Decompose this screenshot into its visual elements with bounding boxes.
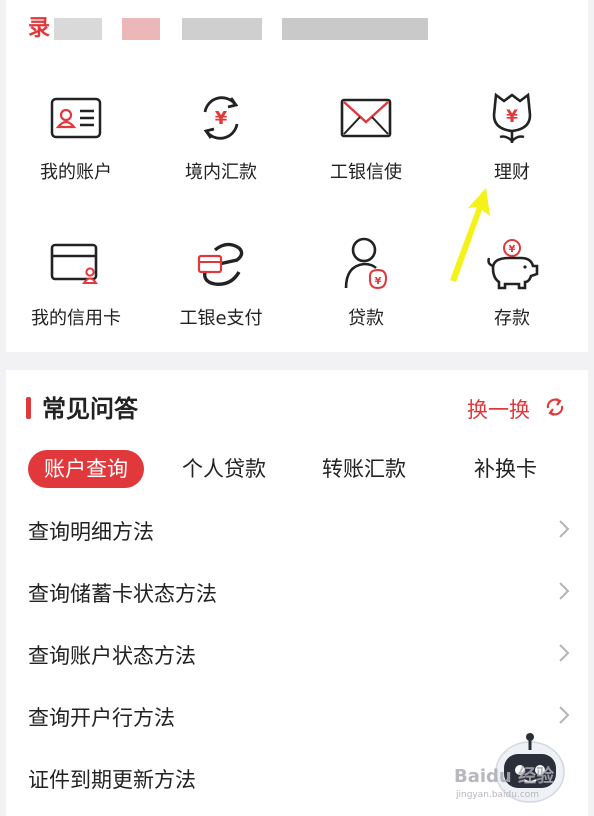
faq-item-text: 查询开户行方法 xyxy=(28,706,175,730)
tab-account-query[interactable]: 账户查询 xyxy=(28,450,144,488)
blur-block xyxy=(282,18,429,40)
service-my-credit-card[interactable]: 我的信用卡 xyxy=(6,236,146,330)
envelope-icon xyxy=(338,90,394,146)
service-label: 工银信使 xyxy=(330,162,402,183)
service-label: 存款 xyxy=(494,308,530,329)
header-prefix: 录 xyxy=(28,16,51,41)
faq-header: 常见问答 换一换 xyxy=(6,392,588,426)
tab-transfer-remit[interactable]: 转账汇款 xyxy=(322,450,406,488)
tab-card-replace[interactable]: 补换卡 xyxy=(474,450,537,488)
faq-item-text: 证件到期更新方法 xyxy=(28,768,196,792)
svg-text:¥: ¥ xyxy=(215,108,228,129)
list-item[interactable]: 查询账户状态方法 xyxy=(6,624,588,686)
loan-person-icon: ¥ xyxy=(338,236,394,292)
service-wealth[interactable]: ¥ 理财 xyxy=(442,90,582,184)
annotation-arrow-icon xyxy=(450,188,490,282)
faq-title: 常见问答 xyxy=(42,395,138,423)
faq-item-text: 查询明细方法 xyxy=(28,520,154,544)
chevron-right-icon xyxy=(558,581,570,605)
refresh-button[interactable]: 换一换 xyxy=(467,392,566,426)
refresh-label: 换一换 xyxy=(467,398,530,422)
svg-text:¥: ¥ xyxy=(375,276,382,287)
blur-block xyxy=(122,18,161,40)
svg-text:¥: ¥ xyxy=(509,244,516,255)
blur-block xyxy=(182,18,263,40)
service-label: 境内汇款 xyxy=(185,162,257,183)
id-card-icon xyxy=(48,90,104,146)
e-pay-icon xyxy=(193,236,249,292)
service-my-account[interactable]: 我的账户 xyxy=(6,90,146,184)
list-item[interactable]: 查询明细方法 xyxy=(6,500,588,562)
service-label: 理财 xyxy=(494,162,530,183)
svg-text:¥: ¥ xyxy=(506,107,518,127)
service-label: 我的信用卡 xyxy=(31,308,121,329)
service-domestic-remit[interactable]: ¥ 境内汇款 xyxy=(151,90,291,184)
credit-card-icon xyxy=(48,236,104,292)
service-label: 我的账户 xyxy=(40,162,112,183)
chevron-right-icon xyxy=(558,643,570,667)
refresh-icon xyxy=(544,396,566,422)
faq-tabs: 账户查询 个人贷款 转账汇款 补换卡 xyxy=(6,450,588,490)
list-item[interactable]: 查询储蓄卡状态方法 xyxy=(6,562,588,624)
chevron-right-icon xyxy=(558,519,570,543)
service-icbc-epay[interactable]: 工银e支付 xyxy=(151,236,291,330)
service-icbc-messenger[interactable]: 工银信使 xyxy=(296,90,436,184)
service-label: 工银e支付 xyxy=(179,308,263,329)
faq-item-text: 查询储蓄卡状态方法 xyxy=(28,582,217,606)
faq-item-text: 查询账户状态方法 xyxy=(28,644,196,668)
section-marker xyxy=(26,397,31,419)
yuan-exchange-icon: ¥ xyxy=(193,90,249,146)
tab-personal-loan[interactable]: 个人贷款 xyxy=(182,450,266,488)
watermark-text: Baidu 经验 xyxy=(454,766,555,787)
services-card: 录 我的账户 ¥ 境内汇款 工银信使 ¥ 理财 我的信用卡 工银e支付 ¥ 贷款… xyxy=(6,0,588,352)
service-loan[interactable]: ¥ 贷款 xyxy=(296,236,436,330)
service-label: 贷款 xyxy=(348,308,384,329)
blurred-header: 录 xyxy=(28,16,429,42)
watermark-subtext: jingyan.baidu.com xyxy=(456,790,540,800)
blur-block xyxy=(54,18,103,40)
yuan-flower-icon: ¥ xyxy=(484,90,540,146)
